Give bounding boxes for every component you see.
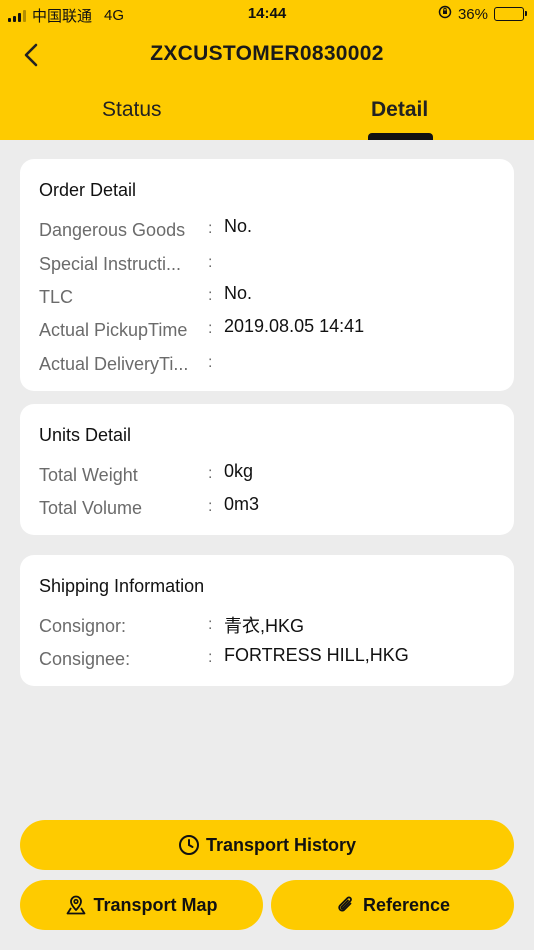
units-detail-card: Units Detail Total Weight : 0kg Total Vo… [20, 404, 514, 535]
clock-icon [178, 835, 199, 855]
row-colon: : [208, 354, 213, 371]
card-title: Shipping Information [39, 576, 205, 596]
card-title: Order Detail [39, 180, 137, 200]
status-bar: 中国联通 4G 14:44 36% [0, 0, 534, 28]
transport-history-label: Transport History [205, 834, 357, 855]
dangerous-goods-label: Dangerous Goods [39, 220, 186, 240]
transport-map-button[interactable]: Transport Map [20, 880, 263, 930]
row-colon: : [208, 465, 213, 482]
row-colon: : [208, 616, 213, 633]
back-button[interactable] [20, 40, 44, 70]
total-weight-label: Total Weight [39, 465, 138, 485]
reference-label: Reference [362, 894, 451, 915]
total-weight-value: 0kg [224, 461, 254, 481]
row-colon: : [208, 220, 213, 237]
consignee-value: FORTRESS HILL,HKG [224, 645, 409, 665]
special-instructions-label: Special Instructi... [39, 254, 182, 274]
total-volume-value: 0m3 [224, 494, 260, 514]
transport-map-label: Transport Map [93, 894, 218, 915]
card-title: Units Detail [39, 425, 132, 445]
consignor-value: 青衣,HKG [224, 616, 305, 636]
chevron-left-icon [24, 43, 38, 67]
tlc-value: No. [224, 283, 253, 303]
rotation-lock-icon [438, 5, 452, 23]
order-detail-card: Order Detail Dangerous Goods : No. Speci… [20, 159, 514, 391]
row-colon: : [208, 649, 213, 666]
map-pin-icon [67, 895, 86, 915]
page-title: ZXCUSTOMER0830002 [150, 42, 384, 65]
row-colon: : [208, 287, 213, 304]
row-colon: : [208, 254, 213, 271]
tab-detail[interactable]: Detail [371, 98, 428, 122]
row-colon: : [208, 498, 213, 515]
active-tab-indicator [368, 133, 433, 140]
tlc-label: TLC [39, 287, 74, 307]
app-header: 中国联通 4G 14:44 36% ZXCUSTOMER0830002 Stat… [0, 0, 534, 140]
actual-delivery-time-label: Actual DeliveryTi... [39, 354, 189, 374]
tab-status[interactable]: Status [102, 98, 162, 122]
actual-pickup-time-value: 2019.08.05 14:41 [224, 316, 365, 336]
consignee-label: Consignee: [39, 649, 131, 669]
consignor-label: Consignor: [39, 616, 127, 636]
row-colon: : [208, 320, 213, 337]
battery-percent: 36% [457, 5, 488, 23]
reference-button[interactable]: Reference [271, 880, 514, 930]
total-volume-label: Total Volume [39, 498, 143, 518]
transport-history-button[interactable]: Transport History [20, 820, 514, 870]
battery-icon [494, 7, 527, 21]
dangerous-goods-value: No. [224, 216, 253, 236]
shipping-information-card: Shipping Information Consignor: : 青衣,HKG… [20, 555, 514, 686]
paperclip-icon [338, 896, 352, 912]
actual-pickup-time-label: Actual PickupTime [39, 320, 188, 340]
